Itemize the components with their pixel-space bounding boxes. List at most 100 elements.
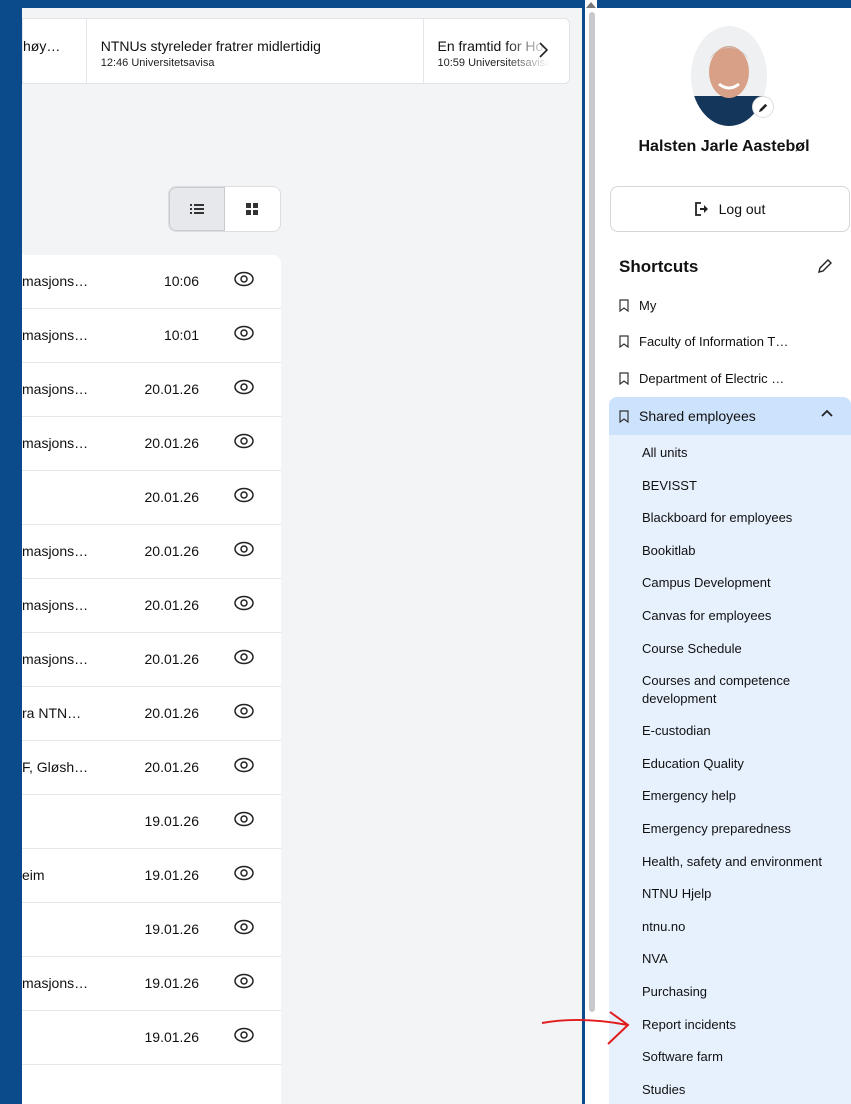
eye-icon[interactable]: [233, 917, 255, 940]
shared-shortcut-item[interactable]: Purchasing: [642, 983, 842, 1001]
shared-shortcut-item[interactable]: Software farm: [642, 1048, 842, 1066]
top-blue-bar: [0, 0, 851, 8]
bookmark-icon: [619, 335, 629, 348]
news-item[interactable]: NTNUs styreleder fratrer midlertidig 12:…: [87, 19, 424, 83]
list-item[interactable]: 20.01.26: [22, 471, 281, 525]
eye-icon[interactable]: [233, 593, 255, 616]
edit-shortcuts-pencil-icon[interactable]: [817, 258, 833, 279]
shared-shortcut-item[interactable]: Education Quality: [642, 755, 842, 773]
message-list: masjons… 10:06 masjons… 10:01 masjons… 20.01.…: [22, 255, 281, 1104]
scrollbar-thumb[interactable]: [589, 12, 595, 1012]
pencil-icon: [758, 103, 767, 112]
shared-shortcut-item[interactable]: Blackboard for employees: [642, 509, 842, 527]
eye-icon[interactable]: [233, 269, 255, 292]
item-title: F, Gløsh…: [22, 759, 89, 775]
item-title: eim: [22, 867, 45, 883]
list-item[interactable]: masjons… 20.01.26: [22, 633, 281, 687]
list-item[interactable]: masjons… 20.01.26: [22, 363, 281, 417]
grid-icon: [246, 203, 259, 215]
item-time: 10:06: [163, 273, 199, 289]
list-view-button[interactable]: [169, 187, 225, 231]
shared-shortcut-item[interactable]: Report incidents: [642, 1016, 842, 1034]
eye-icon[interactable]: [233, 323, 255, 346]
list-item[interactable]: eim 19.01.26: [22, 849, 281, 903]
list-item[interactable]: masjons… 20.01.26: [22, 525, 281, 579]
eye-icon[interactable]: [233, 647, 255, 670]
item-title: ra NTN…: [22, 705, 82, 721]
edit-avatar-button[interactable]: [752, 96, 774, 118]
item-title: masjons…: [22, 327, 89, 343]
chevron-up-icon: [821, 409, 833, 417]
list-item[interactable]: 19.01.26: [22, 903, 281, 957]
shared-shortcut-item[interactable]: Campus Development: [642, 574, 842, 592]
eye-icon[interactable]: [233, 431, 255, 454]
logout-button[interactable]: Log out: [610, 186, 850, 232]
item-title: masjons…: [22, 597, 89, 613]
news-source: 12:46 Universitetsavisa: [100, 57, 215, 69]
shared-shortcut-item[interactable]: NVA: [642, 950, 842, 968]
item-time: 20.01.26: [144, 759, 200, 775]
item-title: masjons…: [22, 975, 89, 991]
chevron-right-icon[interactable]: [537, 41, 549, 64]
shortcuts-heading: Shortcuts: [619, 257, 699, 276]
eye-icon[interactable]: [233, 863, 255, 886]
news-item[interactable]: høy…: [23, 19, 87, 83]
news-ticker: høy… NTNUs styreleder fratrer midlertidi…: [22, 18, 570, 84]
shortcut-label: Department of Electric …: [639, 371, 785, 386]
item-title: masjons…: [22, 543, 89, 559]
item-time: 20.01.26: [144, 381, 200, 397]
shortcut-label: My: [639, 298, 657, 313]
item-time: 20.01.26: [144, 651, 200, 667]
scroll-up-arrow-icon[interactable]: [586, 2, 596, 8]
shared-shortcut-item[interactable]: ntnu.no: [642, 918, 842, 936]
shortcut-department[interactable]: Department of Electric …: [619, 371, 784, 386]
shared-shortcut-item[interactable]: E-custodian: [642, 722, 842, 740]
item-title: masjons…: [22, 273, 89, 289]
shared-shortcut-item[interactable]: Emergency preparedness: [642, 820, 842, 838]
shared-shortcut-item[interactable]: Health, safety and environment: [642, 853, 842, 871]
eye-icon[interactable]: [233, 539, 255, 562]
shared-shortcut-item[interactable]: All units: [642, 444, 842, 462]
logout-label: Log out: [718, 201, 766, 217]
news-title: NTNUs styreleder fratrer midlertidig: [100, 38, 321, 54]
shortcut-my[interactable]: My: [619, 298, 656, 313]
item-time: 19.01.26: [144, 867, 200, 883]
shared-shortcut-item[interactable]: NTNU Hjelp: [642, 885, 842, 903]
item-title: masjons…: [22, 435, 89, 451]
eye-icon[interactable]: [233, 971, 255, 994]
logout-icon: [694, 202, 708, 216]
red-arrow-annotation: [541, 1011, 630, 1045]
grid-view-button[interactable]: [225, 187, 280, 231]
list-item[interactable]: 19.01.26: [22, 795, 281, 849]
eye-icon[interactable]: [233, 485, 255, 508]
bookmark-icon: [619, 299, 629, 312]
shared-shortcut-item[interactable]: Courses and competence development: [642, 672, 842, 708]
shared-shortcut-item[interactable]: Course Schedule: [642, 640, 842, 658]
eye-icon[interactable]: [233, 377, 255, 400]
list-item[interactable]: masjons… 20.01.26: [22, 417, 281, 471]
shared-shortcut-item[interactable]: Bookitlab: [642, 542, 842, 560]
profile-name: Halsten Jarle Aastebøl: [638, 138, 810, 155]
list-item[interactable]: masjons… 10:06: [22, 255, 281, 309]
list-item[interactable]: 19.01.26: [22, 1011, 281, 1065]
list-item[interactable]: masjons… 19.01.26: [22, 957, 281, 1011]
news-title: høy…: [23, 38, 61, 54]
list-item[interactable]: masjons… 20.01.26: [22, 579, 281, 633]
list-item[interactable]: ra NTN… 20.01.26: [22, 687, 281, 741]
shared-employees-toggle[interactable]: Shared employees: [609, 397, 851, 435]
shared-shortcut-item[interactable]: Canvas for employees: [642, 607, 842, 625]
eye-icon[interactable]: [233, 1025, 255, 1048]
shortcut-faculty[interactable]: Faculty of Information T…: [619, 334, 788, 349]
eye-icon[interactable]: [233, 809, 255, 832]
item-title: masjons…: [22, 651, 89, 667]
item-time: 19.01.26: [144, 813, 200, 829]
shared-shortcut-item[interactable]: Studies: [642, 1081, 842, 1099]
list-item[interactable]: masjons… 10:01: [22, 309, 281, 363]
shared-shortcut-item[interactable]: Emergency help: [642, 787, 842, 805]
bookmark-icon: [619, 372, 629, 385]
eye-icon[interactable]: [233, 701, 255, 724]
item-time: 20.01.26: [144, 543, 200, 559]
shared-shortcut-item[interactable]: BEVISST: [642, 477, 842, 495]
list-item[interactable]: F, Gløsh… 20.01.26: [22, 741, 281, 795]
eye-icon[interactable]: [233, 755, 255, 778]
